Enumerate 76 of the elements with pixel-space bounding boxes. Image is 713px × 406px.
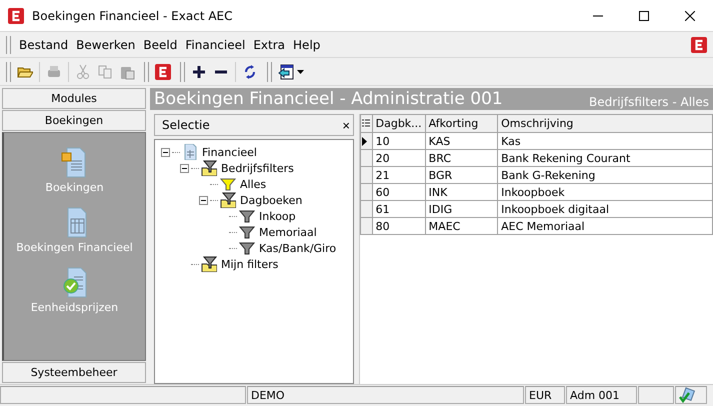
table-cell: 10 [372, 132, 426, 150]
tree-item[interactable]: Memoriaal [257, 226, 317, 238]
refresh-icon [242, 64, 258, 80]
app-logo-icon [155, 64, 171, 80]
status-field: DEMO [247, 386, 524, 404]
table-cell: KAS [425, 132, 498, 150]
table-cell: Bank Rekening Courant [498, 150, 712, 166]
filter-icon [220, 176, 236, 192]
status-field: EUR [525, 386, 565, 404]
maximize-icon [639, 10, 649, 20]
document-icon [182, 144, 198, 160]
status-field: Adm 001 [566, 386, 637, 404]
column-header[interactable]: Afkorting [425, 114, 498, 132]
menu-item[interactable]: Bestand [15, 36, 72, 54]
table-cell: MAEC [425, 218, 498, 234]
add-icon [191, 64, 207, 80]
tree-item[interactable]: Kas/Bank/Giro [257, 242, 336, 254]
tree-item[interactable]: Inkoop [257, 210, 296, 222]
tree-item[interactable]: Mijn filters [219, 258, 278, 270]
sidebar-tab[interactable]: Modules [2, 88, 146, 109]
tree-item[interactable]: Financieel [200, 146, 257, 158]
tree-item[interactable]: Alles [238, 178, 266, 190]
collapse-icon[interactable] [199, 196, 208, 204]
cut-icon [75, 64, 91, 80]
table-cell: BGR [425, 166, 498, 184]
printer-icon [46, 64, 62, 80]
close-button[interactable]: × [342, 118, 350, 132]
remove-icon [215, 70, 227, 74]
folder-filter-icon [220, 192, 236, 208]
tree-item[interactable]: Bedrijfsfilters [219, 162, 294, 174]
app-logo-icon [691, 36, 707, 52]
sidebar-tab[interactable]: Boekingen [2, 110, 146, 131]
caret-icon [297, 70, 304, 74]
window-title: Boekingen Financieel - Exact AEC [32, 8, 234, 22]
table-cell: IDIG [425, 200, 498, 218]
menu-item[interactable]: Help [289, 36, 324, 54]
sidebar-tab[interactable]: Systeembeheer [2, 362, 146, 383]
menu-item[interactable]: Beeld [139, 36, 182, 54]
page-title: Boekingen Financieel - Administratie 001 [154, 88, 503, 110]
close-icon [685, 10, 695, 20]
menu-item[interactable]: Extra [249, 36, 290, 54]
copy-icon [97, 64, 113, 80]
active-filter-label: Bedrijfsfilters - Alles [589, 95, 709, 110]
column-header[interactable]: Omschrijving [498, 114, 712, 132]
menu-item[interactable]: Financieel [181, 36, 250, 54]
folder-document-icon [61, 147, 88, 178]
status-check-icon [679, 387, 695, 403]
folder-filter-icon [201, 256, 217, 272]
table-cell: 60 [372, 184, 426, 200]
filter-icon [239, 224, 255, 240]
filter-icon [239, 208, 255, 224]
app-logo-icon [8, 8, 24, 24]
table-cell: Inkoopboek [498, 184, 712, 200]
table-cell: INK [425, 184, 498, 200]
table-cell: Kas [498, 132, 712, 150]
column-chooser-icon[interactable] [362, 119, 370, 128]
table-cell: Bank G-Rekening [498, 166, 712, 184]
table-cell: 21 [372, 166, 426, 184]
folder-filter-icon [201, 160, 217, 176]
checked-document-icon [62, 267, 88, 298]
panel-title: Selectie [162, 118, 210, 132]
table-cell: AEC Memoriaal [498, 218, 712, 234]
table-cell: 20 [372, 150, 426, 166]
collapse-icon[interactable] [180, 164, 189, 172]
row-header[interactable] [360, 132, 372, 150]
tree-item[interactable]: Dagboeken [238, 194, 302, 206]
table-cell: BRC [425, 150, 498, 166]
export-icon [278, 64, 294, 80]
column-header[interactable]: Dagbk... [372, 114, 426, 132]
table-cell: 80 [372, 218, 426, 234]
filter-icon [239, 240, 255, 256]
row-pointer-icon [362, 136, 367, 146]
table-cell: Inkoopboek digitaal [498, 200, 712, 218]
table-cell: 61 [372, 200, 426, 218]
collapse-icon[interactable] [161, 148, 170, 156]
menu-item[interactable]: Bewerken [72, 36, 140, 54]
